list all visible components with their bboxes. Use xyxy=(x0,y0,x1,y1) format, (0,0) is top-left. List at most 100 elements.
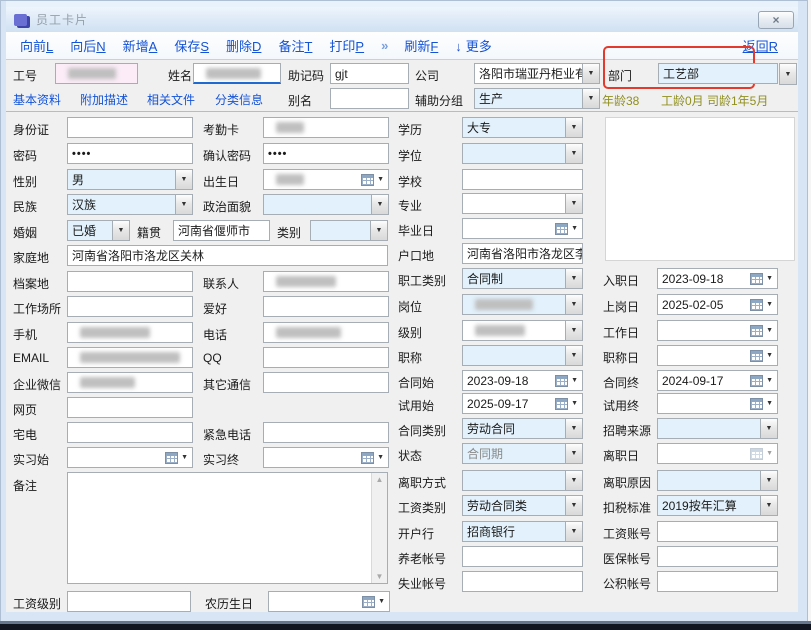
resignation-date-datepicker[interactable]: ▼ xyxy=(657,443,778,464)
other-contact-input[interactable] xyxy=(263,372,389,393)
add-button[interactable]: 新增A xyxy=(123,36,158,55)
employee-type-select[interactable]: 合同制▼ xyxy=(462,268,583,289)
birth-date-datepicker[interactable]: ▼ xyxy=(263,169,389,190)
chevron-down-icon[interactable]: ▼ xyxy=(377,454,384,461)
ethnicity-dropdown-button[interactable]: ▼ xyxy=(175,195,192,214)
major-dropdown-button[interactable]: ▼ xyxy=(565,194,582,213)
position-dropdown-button[interactable]: ▼ xyxy=(565,295,582,314)
mobile-input[interactable] xyxy=(67,322,193,343)
calendar-icon[interactable] xyxy=(750,398,763,410)
phone-input[interactable] xyxy=(263,322,389,343)
refresh-button[interactable]: 刷新F xyxy=(404,36,438,55)
emergency-phone-input[interactable] xyxy=(263,422,389,443)
internship-end-datepicker[interactable]: ▼ xyxy=(263,447,389,468)
chevron-down-icon[interactable]: ▼ xyxy=(571,225,578,232)
calendar-icon[interactable] xyxy=(750,375,763,387)
level-select[interactable]: ▼ xyxy=(462,320,583,341)
calendar-icon[interactable] xyxy=(555,223,568,235)
calendar-icon[interactable] xyxy=(750,448,763,460)
confirm-password-input[interactable]: •••• xyxy=(263,143,389,164)
title-dropdown-button[interactable]: ▼ xyxy=(565,346,582,365)
archive-place-input[interactable] xyxy=(67,271,193,292)
close-button[interactable]: × xyxy=(758,11,794,29)
company-select[interactable]: 洛阳市瑞亚丹柜业有▼ xyxy=(474,63,600,84)
calendar-icon[interactable] xyxy=(555,375,568,387)
tab-classification[interactable]: 分类信息 xyxy=(215,91,263,108)
probation-start-datepicker[interactable]: 2025-09-17▼ xyxy=(462,393,583,414)
school-input[interactable] xyxy=(462,169,583,190)
scroll-down-icon[interactable]: ▼ xyxy=(372,572,387,581)
medical-account-input[interactable] xyxy=(657,546,778,567)
political-status-dropdown-button[interactable]: ▼ xyxy=(371,195,388,214)
aux-group-dropdown-button[interactable]: ▼ xyxy=(582,89,599,108)
category-dropdown-button[interactable]: ▼ xyxy=(370,221,387,240)
return-button[interactable]: 返回R xyxy=(743,36,778,55)
pension-account-input[interactable] xyxy=(462,546,583,567)
alias-input[interactable] xyxy=(330,88,409,109)
chevron-down-icon[interactable]: ▼ xyxy=(766,301,773,308)
chevron-down-icon[interactable]: ▼ xyxy=(766,275,773,282)
calendar-icon[interactable] xyxy=(750,350,763,362)
tab-basic-info[interactable]: 基本资料 xyxy=(13,91,61,108)
resignation-method-dropdown-button[interactable]: ▼ xyxy=(565,471,582,490)
chevron-down-icon[interactable]: ▼ xyxy=(766,327,773,334)
chevron-down-icon[interactable]: ▼ xyxy=(181,454,188,461)
marital-status-dropdown-button[interactable]: ▼ xyxy=(112,221,129,240)
chevron-down-icon[interactable]: ▼ xyxy=(766,450,773,457)
contact-person-input[interactable] xyxy=(263,271,389,292)
wechat-work-input[interactable] xyxy=(67,372,193,393)
salary-type-select[interactable]: 劳动合同类▼ xyxy=(462,495,583,516)
aux-group-select[interactable]: 生产▼ xyxy=(474,88,600,109)
delete-button[interactable]: 删除D xyxy=(226,36,261,55)
calendar-icon[interactable] xyxy=(165,452,178,464)
expand-chevrons-icon[interactable]: » xyxy=(381,38,387,53)
tab-related-files[interactable]: 相关文件 xyxy=(147,91,195,108)
work-date-datepicker[interactable]: ▼ xyxy=(657,320,778,341)
remarks-textarea[interactable]: ▲▼ xyxy=(67,472,388,584)
calendar-icon[interactable] xyxy=(750,273,763,285)
title-select[interactable]: ▼ xyxy=(462,345,583,366)
chevron-down-icon[interactable]: ▼ xyxy=(766,352,773,359)
recruitment-source-select[interactable]: ▼ xyxy=(657,418,778,439)
chevron-down-icon[interactable]: ▼ xyxy=(571,377,578,384)
degree-select[interactable]: ▼ xyxy=(462,143,583,164)
major-select[interactable]: ▼ xyxy=(462,193,583,214)
probation-end-datepicker[interactable]: ▼ xyxy=(657,393,778,414)
qq-input[interactable] xyxy=(263,347,389,368)
calendar-icon[interactable] xyxy=(555,398,568,410)
bank-dropdown-button[interactable]: ▼ xyxy=(565,522,582,541)
education-select[interactable]: 大专▼ xyxy=(462,117,583,138)
more-button[interactable]: ↓更多 xyxy=(455,36,492,55)
start-work-date-datepicker[interactable]: 2025-02-05▼ xyxy=(657,294,778,315)
attendance-card-input[interactable] xyxy=(263,117,389,138)
tab-extra-description[interactable]: 附加描述 xyxy=(80,91,128,108)
scroll-up-icon[interactable]: ▲ xyxy=(372,475,387,484)
status-dropdown-button[interactable]: ▼ xyxy=(565,444,582,463)
position-select[interactable]: ▼ xyxy=(462,294,583,315)
calendar-icon[interactable] xyxy=(361,452,374,464)
home-address-input[interactable]: 河南省洛阳市洛龙区关林 xyxy=(67,245,388,266)
resignation-reason-select[interactable]: ▼ xyxy=(657,470,778,491)
password-input[interactable]: •••• xyxy=(67,143,193,164)
unemployment-account-input[interactable] xyxy=(462,571,583,592)
id-card-input[interactable] xyxy=(67,117,193,138)
workplace-input[interactable] xyxy=(67,296,193,317)
hire-date-datepicker[interactable]: 2023-09-18▼ xyxy=(657,268,778,289)
political-status-select[interactable]: ▼ xyxy=(263,194,389,215)
chevron-down-icon[interactable]: ▼ xyxy=(766,377,773,384)
employee-type-dropdown-button[interactable]: ▼ xyxy=(565,269,582,288)
education-dropdown-button[interactable]: ▼ xyxy=(565,118,582,137)
ethnicity-select[interactable]: 汉族▼ xyxy=(67,194,193,215)
internship-start-datepicker[interactable]: ▼ xyxy=(67,447,193,468)
category-select[interactable]: ▼ xyxy=(310,220,388,241)
company-dropdown-button[interactable]: ▼ xyxy=(582,64,599,83)
name-input[interactable] xyxy=(193,63,281,84)
hobby-input[interactable] xyxy=(263,296,389,317)
salary-grade-input[interactable] xyxy=(67,591,191,612)
employee-photo-placeholder[interactable] xyxy=(605,117,795,261)
recruitment-source-dropdown-button[interactable]: ▼ xyxy=(760,419,777,438)
bank-select[interactable]: 招商银行▼ xyxy=(462,521,583,542)
chevron-down-icon[interactable]: ▼ xyxy=(766,400,773,407)
department-dropdown-button[interactable]: ▼ xyxy=(779,63,797,85)
calendar-icon[interactable] xyxy=(750,325,763,337)
